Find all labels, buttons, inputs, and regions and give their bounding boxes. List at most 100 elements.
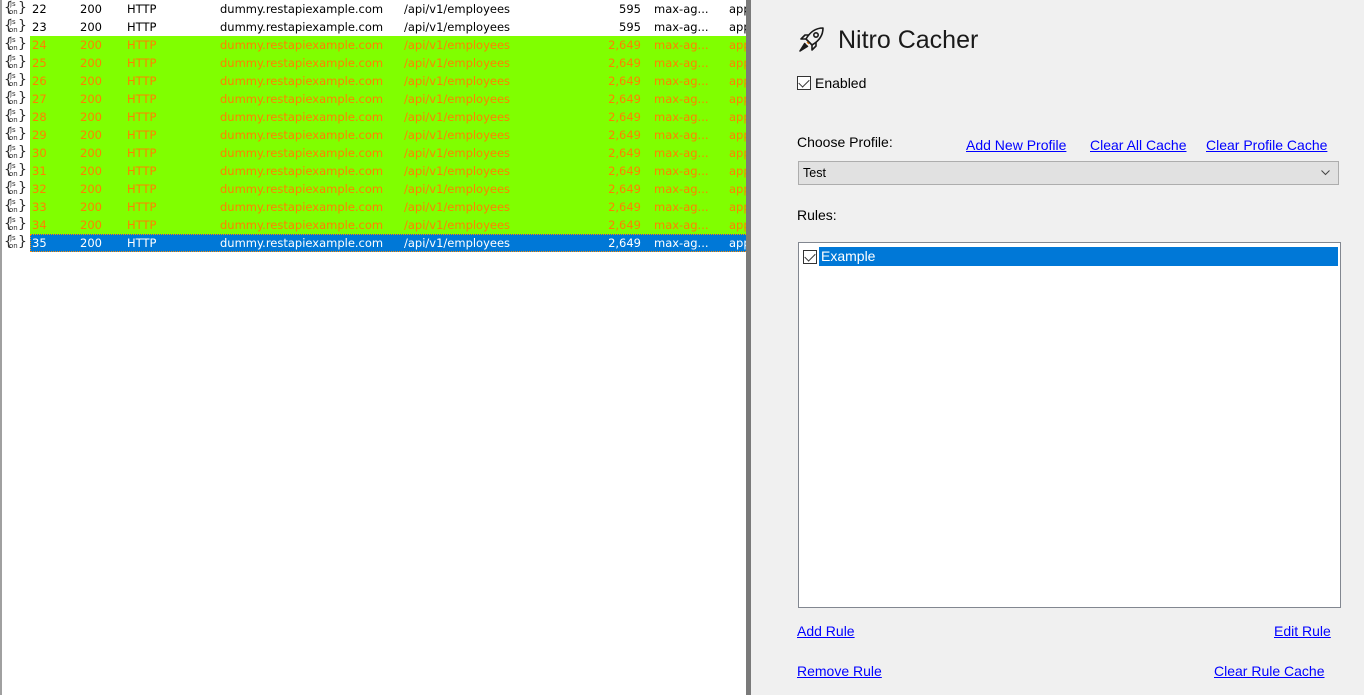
session-row[interactable]: {js on} 32 200 HTTP dummy.restapiexample.com /… [2,180,746,198]
clear-all-cache-link[interactable]: Clear All Cache [1090,137,1187,153]
session-caching: max-ag... [654,74,709,88]
session-caching: max-ag... [654,182,709,196]
json-icon: {js on} [4,0,27,16]
session-protocol: HTTP [127,56,157,70]
rule-label[interactable]: Example [819,247,1338,266]
session-row[interactable]: {js on} 30 200 HTTP dummy.restapiexample.com /… [2,144,746,162]
session-row[interactable]: {js on} 34 200 HTTP dummy.restapiexample.com /… [2,216,746,234]
session-row[interactable]: {js on} 26 200 HTTP dummy.restapiexample.com /… [2,72,746,90]
session-result: 200 [80,128,102,142]
session-row[interactable]: {js on} 22 200 HTTP dummy.restapiexample.com /… [2,0,746,18]
enabled-checkbox[interactable]: Enabled [797,75,866,91]
session-row[interactable]: {js on} 27 200 HTTP dummy.restapiexample.com /… [2,90,746,108]
session-host: dummy.restapiexample.com [220,74,384,88]
rocket-icon [799,27,824,52]
session-body-size: 2,649 [608,128,641,142]
session-url: /api/v1/employees [404,56,511,70]
session-row[interactable]: {js on} 31 200 HTTP dummy.restapiexample.com /… [2,162,746,180]
session-result: 200 [80,200,102,214]
session-row[interactable]: {js on} 25 200 HTTP dummy.restapiexample.com /… [2,54,746,72]
rule-item[interactable]: Example [803,247,1338,266]
add-new-profile-link[interactable]: Add New Profile [966,137,1066,153]
session-number: 34 [32,218,47,232]
json-icon: {js on} [4,108,27,124]
clear-rule-cache-link[interactable]: Clear Rule Cache [1214,663,1325,679]
session-row[interactable]: {js on} 28 200 HTTP dummy.restapiexample.com /… [2,108,746,126]
json-icon: {js on} [4,198,27,214]
session-body-size: 2,649 [608,56,641,70]
profile-select[interactable]: Test [798,161,1339,185]
session-protocol: HTTP [127,236,157,250]
session-host: dummy.restapiexample.com [220,236,384,250]
chevron-down-icon [1321,170,1330,176]
remove-rule-link[interactable]: Remove Rule [797,663,882,679]
session-body-size: 2,649 [608,182,641,196]
session-content-type: app [729,38,746,52]
session-host: dummy.restapiexample.com [220,182,384,196]
session-row[interactable]: {js on} 33 200 HTTP dummy.restapiexample.com /… [2,198,746,216]
session-row[interactable]: {js on} 24 200 HTTP dummy.restapiexample.com /… [2,36,746,54]
session-host: dummy.restapiexample.com [220,38,384,52]
json-icon: {js on} [4,180,27,196]
session-body-size: 2,649 [608,74,641,88]
session-body-size: 2,649 [608,200,641,214]
session-protocol: HTTP [127,20,157,34]
panel-header: Nitro Cacher [796,22,978,58]
clear-profile-cache-link[interactable]: Clear Profile Cache [1206,137,1327,153]
json-icon: {js on} [4,72,27,88]
session-caching: max-ag... [654,110,709,124]
session-content-type: app [729,2,746,16]
session-host: dummy.restapiexample.com [220,146,384,160]
add-rule-link[interactable]: Add Rule [797,623,855,639]
session-protocol: HTTP [127,2,157,16]
json-icon: {js on} [4,126,27,142]
session-result: 200 [80,2,102,16]
session-caching: max-ag... [654,2,709,16]
session-number: 23 [32,20,47,34]
session-content-type: app [729,164,746,178]
session-result: 200 [80,218,102,232]
session-content-type: app [729,20,746,34]
session-row[interactable]: {js on} 35 200 HTTP dummy.restapiexample.com /… [2,234,746,252]
session-content-type: app [729,182,746,196]
pane-splitter[interactable] [746,0,756,695]
session-url: /api/v1/employees [404,164,511,178]
session-result: 200 [80,92,102,106]
session-row[interactable]: {js on} 29 200 HTTP dummy.restapiexample.com /… [2,126,746,144]
rules-label: Rules: [797,207,837,223]
rules-list[interactable]: Example [798,242,1341,608]
session-number: 28 [32,110,47,124]
session-content-type: app [729,74,746,88]
session-number: 24 [32,38,47,52]
checkbox-checked-icon[interactable] [797,76,811,90]
session-content-type: app [729,236,746,250]
json-icon: {js on} [4,162,27,178]
session-url: /api/v1/employees [404,182,511,196]
session-number: 32 [32,182,47,196]
session-list[interactable]: {js on} 22 200 HTTP dummy.restapiexample.com /… [0,0,746,695]
session-host: dummy.restapiexample.com [220,92,384,106]
session-url: /api/v1/employees [404,128,511,142]
session-caching: max-ag... [654,146,709,160]
json-icon: {js on} [4,234,27,250]
json-icon: {js on} [4,36,27,52]
session-caching: max-ag... [654,128,709,142]
session-result: 200 [80,20,102,34]
session-number: 26 [32,74,47,88]
session-caching: max-ag... [654,236,709,250]
edit-rule-link[interactable]: Edit Rule [1274,623,1331,639]
session-protocol: HTTP [127,218,157,232]
session-result: 200 [80,182,102,196]
session-content-type: app [729,146,746,160]
session-result: 200 [80,146,102,160]
session-url: /api/v1/employees [404,74,511,88]
session-protocol: HTTP [127,38,157,52]
session-caching: max-ag... [654,20,709,34]
session-host: dummy.restapiexample.com [220,164,384,178]
session-row[interactable]: {js on} 23 200 HTTP dummy.restapiexample.com /… [2,18,746,36]
session-body-size: 2,649 [608,110,641,124]
session-host: dummy.restapiexample.com [220,20,384,34]
rule-checkbox[interactable] [803,249,817,264]
session-protocol: HTTP [127,128,157,142]
session-body-size: 2,649 [608,92,641,106]
